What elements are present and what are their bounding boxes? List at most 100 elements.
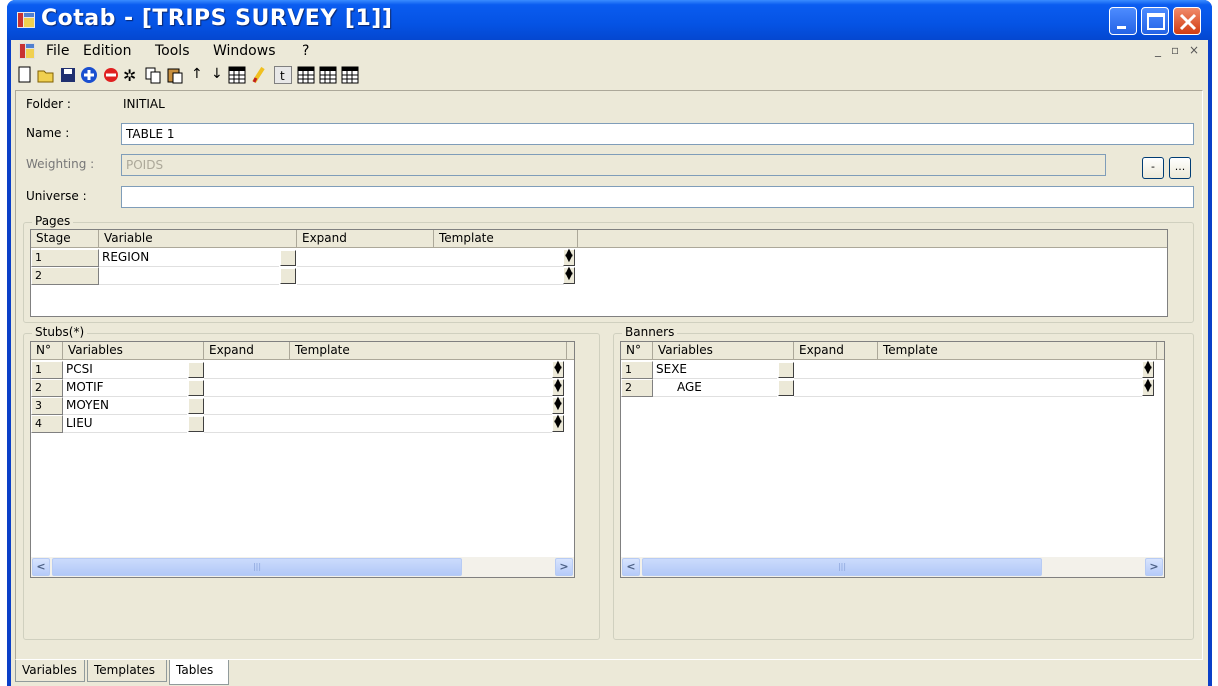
pages-row-expand[interactable] [297,249,434,267]
stubs-header-template[interactable]: Template [290,342,567,360]
weighting-browse-button[interactable]: ... [1169,157,1191,179]
move-down-icon[interactable]: ↓ [211,66,229,84]
banners-row-number[interactable]: 1 [621,361,653,379]
close-button[interactable] [1173,7,1201,35]
menu-tools[interactable]: Tools [155,43,190,59]
banners-row-dropdown-button[interactable] [778,380,794,396]
pages-row-template-dropdown-icon[interactable]: ▲ ▼ [563,266,575,284]
banners-header-expand[interactable]: Expand [794,342,878,360]
pages-header-template[interactable]: Template [434,230,578,248]
pages-row-number[interactable]: 1 [31,249,99,267]
pages-row-dropdown-button[interactable] [280,268,296,284]
banners-row-template[interactable] [878,379,1142,397]
weighting-clear-button[interactable]: - [1142,157,1164,179]
banners-row-expand[interactable] [794,379,878,397]
stubs-row-template[interactable] [290,415,552,433]
stubs-row-template[interactable] [290,361,552,379]
move-up-icon[interactable]: ↑ [191,66,209,84]
stubs-row-template[interactable] [290,379,552,397]
stubs-row-number[interactable]: 2 [31,379,63,397]
pages-header-stage[interactable]: Stage [31,230,99,248]
tab-tables[interactable]: Tables [169,660,229,685]
stubs-row-number[interactable]: 3 [31,397,63,415]
banners-row-dropdown-button[interactable] [778,362,794,378]
remove-icon[interactable] [102,66,120,84]
banners-row-expand[interactable] [794,361,878,379]
stubs-header-number[interactable]: N° [31,342,63,360]
cut-icon[interactable]: ✲ [123,66,141,85]
maximize-button[interactable] [1141,7,1169,35]
pages-row-variable[interactable] [99,267,279,285]
paste-icon[interactable] [166,66,184,84]
banners-horizontal-scrollbar[interactable]: < ||| > [621,557,1164,577]
banners-row-number[interactable]: 2 [621,379,653,397]
stubs-row-template-dropdown-icon[interactable]: ▲ ▼ [552,378,564,396]
pages-row-template[interactable] [434,249,564,267]
menu-windows[interactable]: Windows [213,43,276,59]
scroll-left-icon[interactable]: < [622,558,640,576]
stubs-row-dropdown-button[interactable] [188,416,204,432]
table-print-icon[interactable] [341,66,359,84]
name-field[interactable]: TABLE 1 [121,123,1194,145]
copy-icon[interactable] [144,66,162,84]
stubs-row-variable[interactable]: MOYEN [63,397,187,415]
add-icon[interactable] [80,66,98,84]
banners-header-template[interactable]: Template [878,342,1157,360]
menu-file[interactable]: File [46,43,69,59]
mdi-minimize-icon[interactable]: _ [1155,43,1161,57]
edit-icon[interactable] [251,66,269,84]
stubs-row-expand[interactable] [204,361,290,379]
banners-row-template[interactable] [878,361,1142,379]
stubs-row-template-dropdown-icon[interactable]: ▲ ▼ [552,360,564,378]
mdi-restore-icon[interactable]: ▫ [1171,43,1179,57]
stubs-row-variable[interactable]: MOTIF [63,379,187,397]
tab-templates[interactable]: Templates [87,660,167,682]
minimize-button[interactable] [1109,7,1137,35]
banners-row-template-dropdown-icon[interactable]: ▲ ▼ [1142,360,1154,378]
open-icon[interactable] [37,66,55,84]
text-icon[interactable]: t [274,66,292,84]
scroll-right-icon[interactable]: > [1145,558,1163,576]
stubs-row-number[interactable]: 1 [31,361,63,379]
stubs-row-variable[interactable]: PCSI [63,361,187,379]
stubs-row-template-dropdown-icon[interactable]: ▲ ▼ [552,414,564,432]
universe-field[interactable] [121,186,1194,208]
pages-header-variable[interactable]: Variable [99,230,297,248]
stubs-row-expand[interactable] [204,415,290,433]
table-export-icon[interactable] [319,66,337,84]
banners-row-variable[interactable]: AGE [653,379,777,397]
stubs-horizontal-scrollbar[interactable]: < ||| > [31,557,574,577]
stubs-row-dropdown-button[interactable] [188,398,204,414]
stubs-row-dropdown-button[interactable] [188,380,204,396]
mdi-close-icon[interactable]: × [1189,43,1199,57]
table-run-icon[interactable] [297,66,315,84]
banners-row-template-dropdown-icon[interactable]: ▲ ▼ [1142,378,1154,396]
pages-row-template-dropdown-icon[interactable]: ▲ ▼ [563,248,575,266]
title-bar[interactable]: Cotab - [TRIPS SURVEY [1]] [7,0,1212,40]
banners-header-number[interactable]: N° [621,342,653,360]
scroll-right-icon[interactable]: > [555,558,573,576]
scroll-left-icon[interactable]: < [32,558,50,576]
scrollbar-thumb[interactable]: ||| [642,558,1042,576]
stubs-row-expand[interactable] [204,379,290,397]
save-icon[interactable] [59,66,77,84]
stubs-row-template-dropdown-icon[interactable]: ▲ ▼ [552,396,564,414]
pages-row-dropdown-button[interactable] [280,250,296,266]
stubs-row-expand[interactable] [204,397,290,415]
menu-edition[interactable]: Edition [83,43,131,59]
tab-variables[interactable]: Variables [15,660,85,682]
stubs-row-template[interactable] [290,397,552,415]
scrollbar-thumb[interactable]: ||| [52,558,462,576]
stubs-header-expand[interactable]: Expand [204,342,290,360]
pages-header-expand[interactable]: Expand [297,230,434,248]
new-icon[interactable] [16,66,34,84]
pages-row-number[interactable]: 2 [31,267,99,285]
stubs-row-variable[interactable]: LIEU [63,415,187,433]
banners-row-variable[interactable]: SEXE [653,361,777,379]
menu-help[interactable]: ? [302,43,309,59]
pages-row-expand[interactable] [297,267,434,285]
table-icon[interactable] [228,66,246,84]
stubs-row-dropdown-button[interactable] [188,362,204,378]
stubs-row-number[interactable]: 4 [31,415,63,433]
banners-header-variables[interactable]: Variables [653,342,794,360]
